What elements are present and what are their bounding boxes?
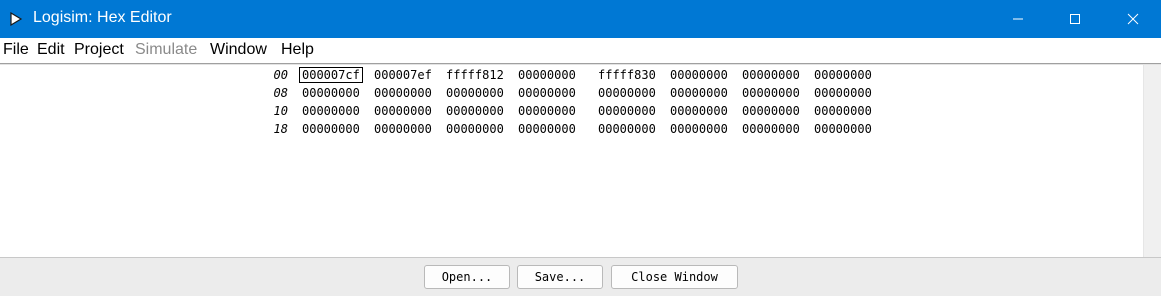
hex-cell[interactable]: 00000000	[598, 86, 656, 100]
hex-cell[interactable]: 00000000	[446, 104, 504, 118]
save-button[interactable]: Save...	[517, 265, 603, 289]
close-window-text-button[interactable]: Close Window	[611, 265, 738, 289]
button-bar: Open... Save... Close Window	[0, 257, 1161, 296]
hex-cell[interactable]: 00000000	[374, 86, 432, 100]
hex-cell[interactable]: 00000000	[302, 122, 360, 136]
open-button[interactable]: Open...	[424, 265, 510, 289]
hex-cell[interactable]: 00000000	[446, 86, 504, 100]
hex-cell[interactable]: 00000000	[742, 86, 800, 100]
hex-cell[interactable]: fffff830	[598, 68, 656, 82]
hex-cell[interactable]: 00000000	[598, 122, 656, 136]
hex-cell[interactable]: 000007ef	[374, 68, 432, 82]
menu-project[interactable]: Project	[74, 41, 124, 59]
row-address: 18	[273, 122, 288, 136]
hex-cell[interactable]: 00000000	[518, 86, 576, 100]
hex-cell[interactable]: 00000000	[670, 68, 728, 82]
hex-cell[interactable]: 00000000	[374, 122, 432, 136]
menu-edit[interactable]: Edit	[37, 41, 65, 59]
hex-cell[interactable]: 00000000	[814, 104, 872, 118]
maximize-button[interactable]	[1052, 0, 1098, 38]
row-address: 08	[273, 86, 288, 100]
row-address: 00	[273, 68, 288, 82]
hex-editor-area[interactable]: 00 000007cf 000007ef fffff812 00000000 f…	[0, 65, 1143, 257]
window-title: Logisim: Hex Editor	[33, 9, 172, 26]
menu-help[interactable]: Help	[281, 41, 314, 59]
hex-cell[interactable]: 00000000	[742, 104, 800, 118]
hex-cell[interactable]: 00000000	[814, 68, 872, 82]
close-icon	[1127, 13, 1139, 25]
hex-cell[interactable]: 00000000	[814, 122, 872, 136]
hex-cell[interactable]: 00000000	[446, 122, 504, 136]
menu-bar: File Edit Project Simulate Window Help	[0, 38, 1161, 62]
hex-cell[interactable]: 00000000	[518, 68, 576, 82]
menu-file[interactable]: File	[3, 41, 29, 59]
hex-cell[interactable]: 00000000	[742, 68, 800, 82]
maximize-icon	[1070, 14, 1080, 24]
hex-cell[interactable]: 00000000	[518, 122, 576, 136]
hex-cell[interactable]: 00000000	[302, 86, 360, 100]
hex-cell[interactable]: 00000000	[670, 86, 728, 100]
vertical-scrollbar[interactable]	[1143, 65, 1161, 257]
row-address: 10	[273, 104, 288, 118]
hex-cell[interactable]: 00000000	[302, 104, 360, 118]
hex-cell[interactable]: 00000000	[670, 122, 728, 136]
hex-cell[interactable]: fffff812	[446, 68, 504, 82]
hex-cell-selected[interactable]: 000007cf	[299, 67, 363, 83]
hex-cell[interactable]: 00000000	[742, 122, 800, 136]
hex-cell[interactable]: 00000000	[814, 86, 872, 100]
hex-cell[interactable]: 00000000	[670, 104, 728, 118]
hex-cell[interactable]: 00000000	[374, 104, 432, 118]
menu-window[interactable]: Window	[210, 41, 267, 59]
hex-cell[interactable]: 00000000	[518, 104, 576, 118]
minimize-icon	[1013, 18, 1023, 20]
menu-simulate[interactable]: Simulate	[135, 41, 197, 59]
minimize-button[interactable]	[995, 0, 1041, 38]
logisim-app-icon	[10, 12, 23, 26]
title-bar: Logisim: Hex Editor	[0, 0, 1161, 38]
close-window-button[interactable]	[1110, 0, 1156, 38]
hex-cell[interactable]: 00000000	[598, 104, 656, 118]
